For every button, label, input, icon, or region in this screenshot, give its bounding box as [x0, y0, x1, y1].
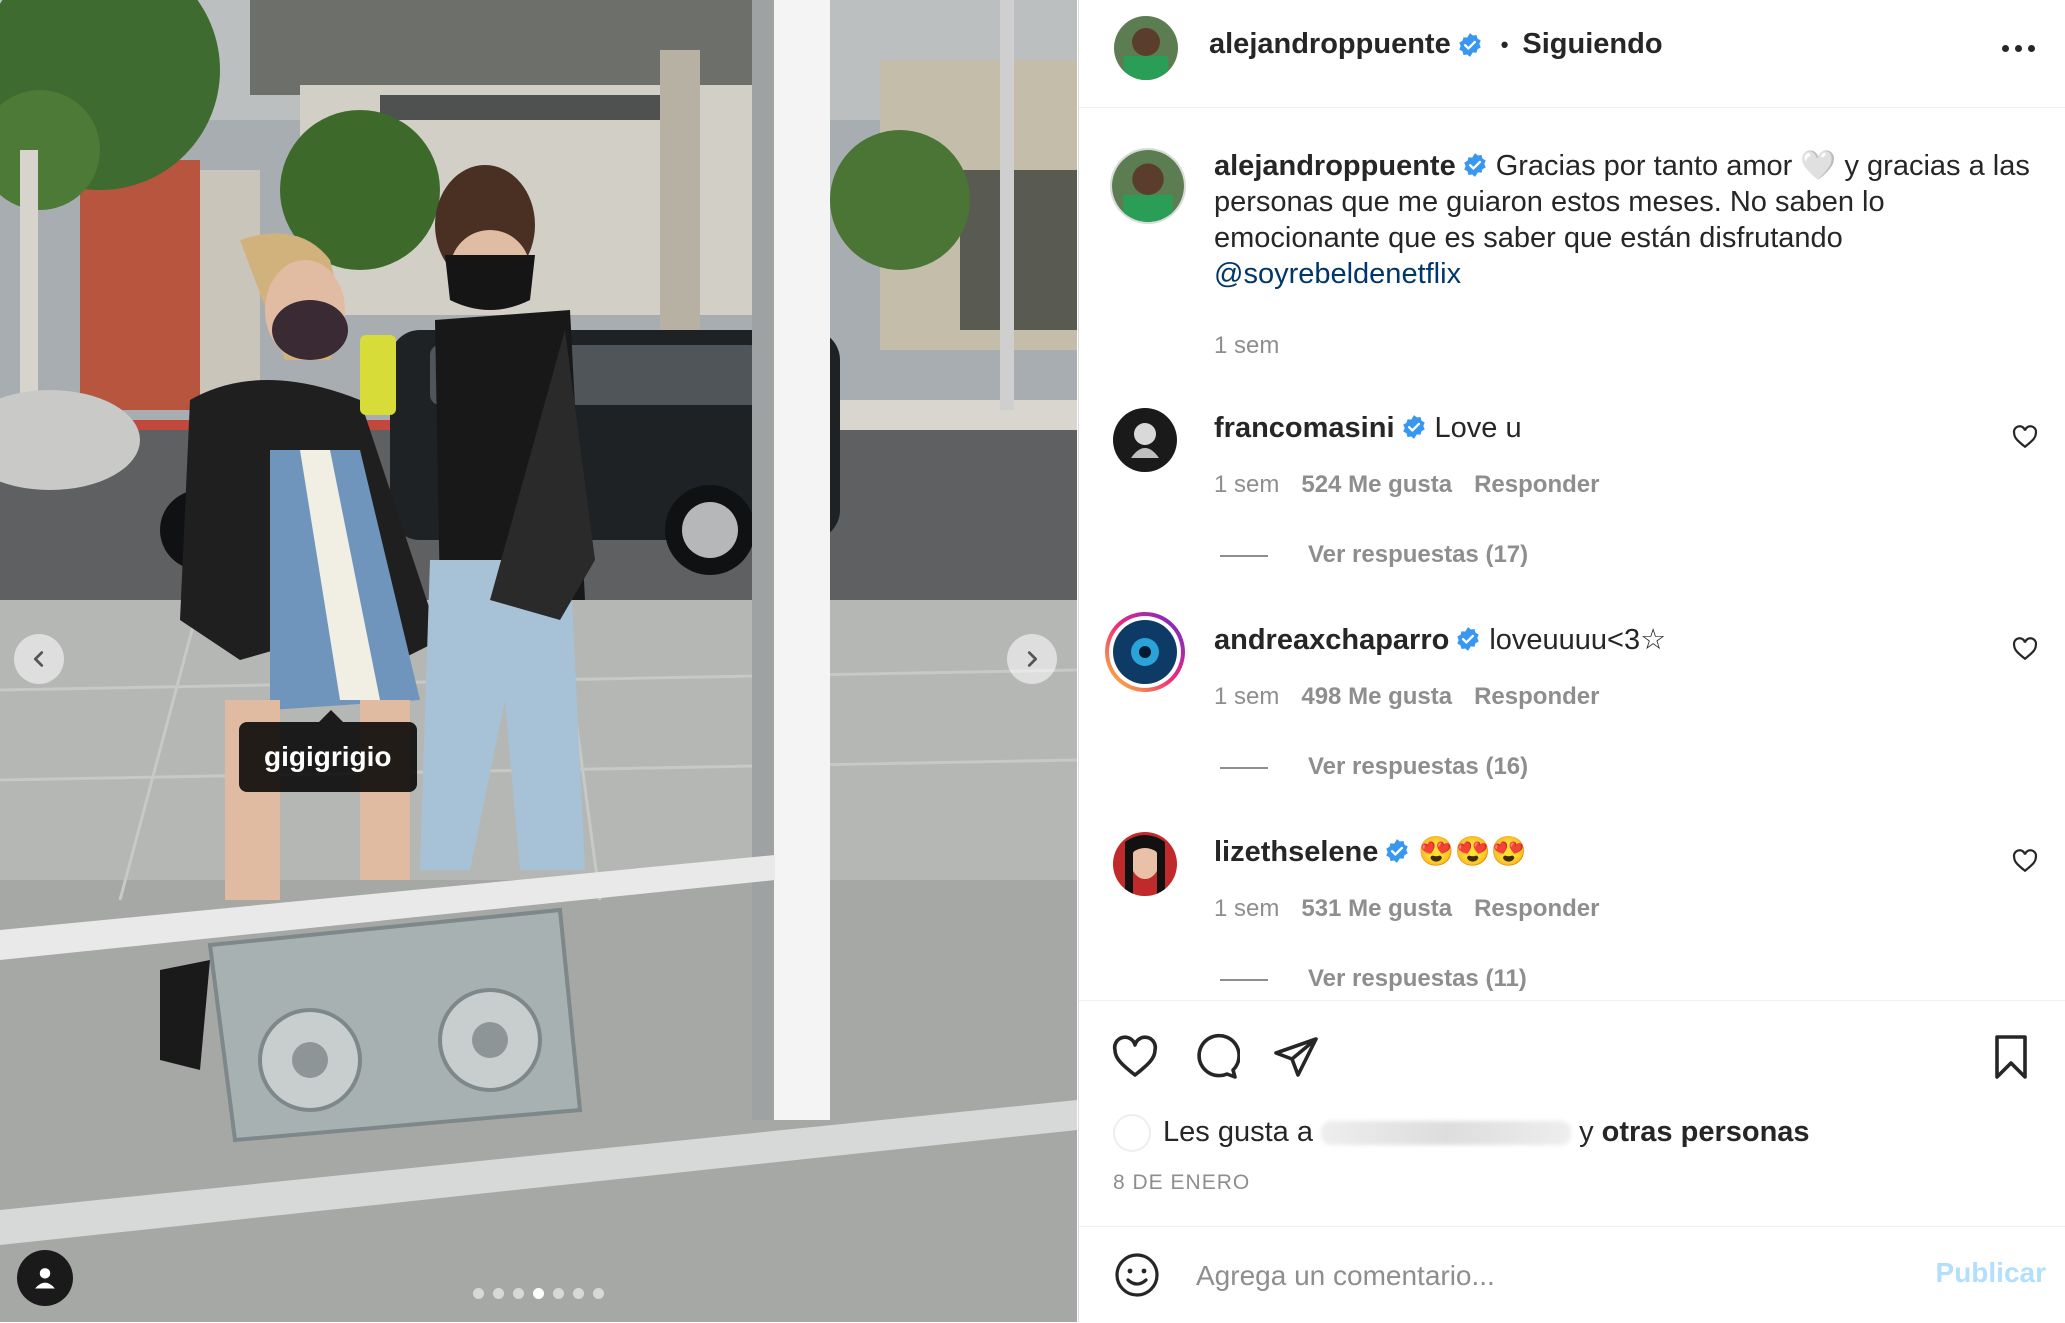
commenter-username[interactable]: andreaxchaparro: [1214, 624, 1449, 656]
caption-mention-link[interactable]: @soyrebeldenetflix: [1214, 258, 1461, 290]
comments-list[interactable]: alejandroppuente Gracias por tanto amor 🤍…: [1079, 108, 2065, 1000]
user-tag-label[interactable]: gigigrigio: [239, 710, 417, 792]
slide-dot-active: [533, 1288, 544, 1299]
dot-icon: [2027, 44, 2035, 52]
liker-username-blurred[interactable]: [1321, 1121, 1572, 1146]
avatar-image: [1109, 616, 1181, 688]
comment-time[interactable]: 1 sem: [1214, 895, 1279, 922]
view-replies-button[interactable]: Ver respuestas (16): [1220, 753, 1528, 781]
previous-slide-button[interactable]: [14, 634, 64, 684]
like-comment-heart-icon[interactable]: [2012, 636, 2038, 662]
slide-dot: [513, 1288, 524, 1299]
comment-item: francomasini Love u 1 sem 524 Me gusta Resp…: [1079, 408, 2065, 618]
publish-button[interactable]: Publicar: [1936, 1257, 2046, 1289]
save-bookmark-icon[interactable]: [1987, 1033, 2035, 1081]
reply-button[interactable]: Responder: [1474, 683, 1599, 710]
commenter-username[interactable]: lizethselene: [1214, 836, 1378, 868]
verified-badge-icon: [1386, 839, 1409, 863]
avatar-image: [1114, 16, 1178, 80]
slide-dot: [553, 1288, 564, 1299]
comment-text: lizethselene 😍😍😍: [1214, 834, 1527, 870]
comment-bubble-icon[interactable]: [1192, 1033, 1240, 1081]
more-options-button[interactable]: [1998, 38, 2038, 58]
commenter-avatar[interactable]: [1105, 612, 1185, 692]
comment-text: francomasini Love u: [1214, 410, 1522, 446]
following-button[interactable]: Siguiendo: [1522, 28, 1662, 61]
post-photo[interactable]: gigigrigio: [0, 0, 1077, 1322]
liker-avatar[interactable]: [1113, 1114, 1151, 1153]
slide-dot: [593, 1288, 604, 1299]
avatar-image: [1113, 832, 1177, 896]
likes-others-link[interactable]: otras personas: [1602, 1116, 1810, 1148]
view-replies-label: Ver respuestas (11): [1308, 965, 1527, 992]
post-actions: Les gusta a y otras personas 8 DE ENERO: [1079, 1000, 2065, 1226]
author-username[interactable]: alejandroppuente: [1209, 28, 1451, 61]
reply-button[interactable]: Responder: [1474, 471, 1599, 498]
post-details-panel: alejandroppuente • Siguiendo alejandropp…: [1078, 0, 2065, 1322]
emoji-smiley-icon[interactable]: [1113, 1251, 1161, 1299]
dot-icon: [2014, 44, 2022, 52]
comment-meta: 1 sem 524 Me gusta Responder: [1214, 471, 1621, 499]
caption-username[interactable]: alejandroppuente: [1214, 150, 1456, 182]
share-paper-plane-icon[interactable]: [1272, 1033, 1320, 1081]
caption: alejandroppuente Gracias por tanto amor 🤍…: [1079, 148, 2065, 378]
dot-icon: [2001, 44, 2009, 52]
comment-likes[interactable]: 498 Me gusta: [1301, 683, 1452, 710]
caption-meta: 1 sem: [1214, 332, 1301, 360]
caption-time[interactable]: 1 sem: [1214, 332, 1279, 359]
commenter-username[interactable]: francomasini: [1214, 412, 1395, 444]
caption-text: alejandroppuente Gracias por tanto amor 🤍…: [1214, 148, 2034, 292]
verified-badge-icon: [1463, 153, 1486, 177]
post-date[interactable]: 8 DE ENERO: [1113, 1171, 1250, 1195]
avatar-image: [1113, 408, 1177, 472]
comment-meta: 1 sem 498 Me gusta Responder: [1214, 683, 1621, 711]
like-comment-heart-icon[interactable]: [2012, 424, 2038, 450]
add-comment-bar: Publicar: [1079, 1226, 2065, 1323]
verified-badge-icon: [1458, 32, 1481, 57]
chevron-left-icon: [33, 651, 44, 667]
replies-line: [1220, 766, 1268, 769]
post-header: alejandroppuente • Siguiendo: [1079, 0, 2065, 108]
commenter-avatar[interactable]: [1113, 832, 1177, 896]
view-replies-button[interactable]: Ver respuestas (11): [1220, 965, 1527, 993]
comment-likes[interactable]: 531 Me gusta: [1301, 895, 1452, 922]
likes-prefix: Les gusta a: [1163, 1116, 1313, 1148]
commenter-avatar[interactable]: [1113, 408, 1177, 472]
caption-avatar[interactable]: [1110, 148, 1186, 224]
replies-line: [1220, 978, 1268, 981]
header-author-row: alejandroppuente • Siguiendo: [1209, 28, 1663, 61]
comment-text: andreaxchaparro loveuuuu<3☆: [1214, 622, 1666, 658]
view-replies-label: Ver respuestas (17): [1308, 541, 1529, 568]
view-replies-label: Ver respuestas (16): [1308, 753, 1529, 780]
comment-body: 😍😍😍: [1418, 836, 1527, 868]
author-avatar[interactable]: [1114, 16, 1178, 80]
photo-scene: [0, 0, 1077, 1322]
slide-dot: [493, 1288, 504, 1299]
slide-indicator: [0, 1288, 1077, 1299]
replies-line: [1220, 554, 1268, 557]
like-heart-icon[interactable]: [1111, 1033, 1159, 1081]
likes-summary: Les gusta a y otras personas: [1113, 1113, 1810, 1153]
next-slide-button[interactable]: [1007, 634, 1057, 684]
slide-dot: [573, 1288, 584, 1299]
comment-time[interactable]: 1 sem: [1214, 683, 1279, 710]
comment-time[interactable]: 1 sem: [1214, 471, 1279, 498]
reply-button[interactable]: Responder: [1474, 895, 1599, 922]
comment-likes[interactable]: 524 Me gusta: [1301, 471, 1452, 498]
slide-dot: [473, 1288, 484, 1299]
comment-body: loveuuuu<3☆: [1489, 624, 1667, 656]
chevron-right-icon: [1027, 651, 1038, 667]
header-separator: •: [1500, 31, 1509, 57]
verified-badge-icon: [1457, 627, 1480, 651]
comment-meta: 1 sem 531 Me gusta Responder: [1214, 895, 1621, 923]
likes-connector: y: [1579, 1116, 1594, 1148]
like-comment-heart-icon[interactable]: [2012, 848, 2038, 874]
comment-item: andreaxchaparro loveuuuu<3☆ 1 sem 498 Me g…: [1079, 612, 2065, 830]
comment-body: Love u: [1434, 412, 1522, 444]
comment-item: lizethselene 😍😍😍 1 sem 531 Me gusta Respond…: [1079, 832, 2065, 1000]
view-replies-button[interactable]: Ver respuestas (17): [1220, 541, 1528, 569]
avatar-image: [1112, 150, 1184, 222]
comment-input[interactable]: [1194, 1255, 1898, 1297]
verified-badge-icon: [1402, 415, 1425, 439]
